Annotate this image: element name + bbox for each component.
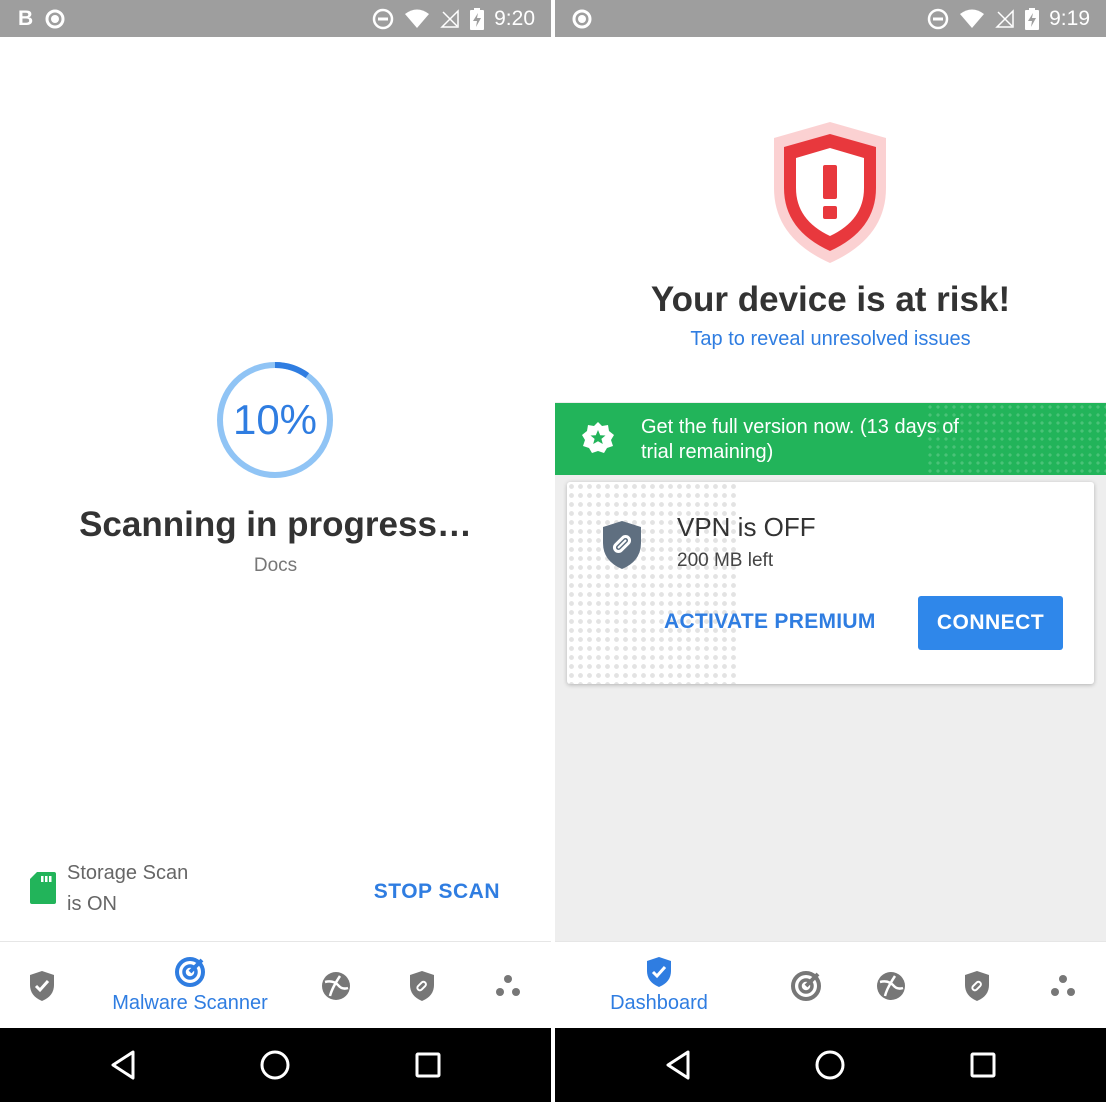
tab-dashboard[interactable]	[20, 942, 64, 1029]
tab-label-dashboard: Dashboard	[610, 992, 708, 1014]
back-icon	[666, 1050, 690, 1080]
storage-scan-line2: is ON	[67, 893, 117, 915]
more-dots-icon	[496, 974, 520, 996]
notification-icon	[572, 9, 592, 29]
status-time: 9:20	[494, 6, 535, 30]
more-dots-icon	[1051, 974, 1075, 996]
storage-scan-line1: Storage Scan	[67, 862, 189, 884]
vpn-data-left: 200 MB left	[677, 550, 774, 571]
recents-icon	[415, 1052, 441, 1078]
tab-malware-scanner[interactable]: Malware Scanner	[100, 942, 280, 1029]
nav-home-button[interactable]	[813, 1048, 847, 1082]
sd-card-icon	[30, 872, 56, 909]
radar-scan-icon	[791, 970, 821, 1001]
nav-recents-button[interactable]	[411, 1048, 445, 1082]
tab-more[interactable]	[490, 942, 526, 1029]
promo-line2: trial remaining)	[641, 441, 774, 463]
activate-premium-button[interactable]: ACTIVATE PREMIUM	[664, 610, 876, 634]
dnd-icon	[927, 8, 949, 30]
battery-charging-icon	[470, 7, 485, 30]
wifi-icon	[959, 9, 985, 29]
status-bar: B 9:20	[0, 0, 551, 37]
tab-malware-scanner[interactable]	[788, 942, 824, 1029]
tab-vpn[interactable]	[959, 942, 995, 1029]
vpn-status-title: VPN is OFF	[677, 512, 816, 542]
tab-dashboard[interactable]: Dashboard	[599, 942, 719, 1029]
nav-back-button[interactable]	[106, 1048, 140, 1082]
full-version-banner[interactable]: Get the full version now. (13 days of tr…	[555, 403, 1106, 475]
tab-label-malware-scanner: Malware Scanner	[112, 992, 268, 1014]
vpn-shield-icon	[965, 970, 989, 1001]
vpn-card: VPN is OFF 200 MB left ACTIVATE PREMIUM …	[567, 482, 1094, 684]
status-time: 9:19	[1049, 6, 1090, 30]
premium-badge-icon	[581, 421, 615, 460]
shield-check-icon	[647, 957, 671, 987]
scan-title: Scanning in progress…	[79, 505, 472, 544]
no-signal-icon	[995, 8, 1015, 29]
wifi-icon	[404, 9, 430, 29]
battery-charging-icon	[1025, 7, 1040, 30]
tab-more[interactable]	[1045, 942, 1081, 1029]
globe-icon	[322, 971, 350, 1000]
risk-title: Your device is at risk!	[650, 280, 1011, 319]
system-nav-bar	[555, 1028, 1106, 1102]
risk-shield-icon	[774, 122, 886, 263]
stop-scan-button[interactable]: STOP SCAN	[374, 880, 500, 904]
scan-progress-label: 10%	[232, 396, 318, 443]
home-icon	[815, 1050, 845, 1080]
bottom-tab-bar: Malware Scanner	[0, 941, 551, 1028]
status-bar: 9:19	[555, 0, 1106, 37]
dashboard-screen: 9:19 Your device is at risk! Tap to reve…	[555, 0, 1106, 1102]
promo-text: Get the full version now. (13 days of tr…	[641, 415, 1041, 465]
tab-vpn[interactable]	[404, 942, 440, 1029]
storage-scan-row: Storage Scan is ON STOP SCAN	[30, 858, 530, 922]
nav-back-button[interactable]	[661, 1048, 695, 1082]
tab-web-protection[interactable]	[318, 942, 354, 1029]
no-signal-icon	[440, 8, 460, 29]
shield-check-icon	[30, 970, 54, 1001]
scan-screen: B 9:20 10% Scanning in progress… Docs St…	[0, 0, 551, 1102]
dnd-icon	[372, 8, 394, 30]
vpn-shield-icon	[601, 520, 643, 575]
notification-icon	[45, 9, 65, 29]
tab-web-protection[interactable]	[873, 942, 909, 1029]
nav-recents-button[interactable]	[966, 1048, 1000, 1082]
back-icon	[111, 1050, 135, 1080]
system-nav-bar	[0, 1028, 551, 1102]
scan-current-item: Docs	[253, 555, 298, 576]
home-icon	[260, 1050, 290, 1080]
nav-home-button[interactable]	[258, 1048, 292, 1082]
storage-scan-status: Storage Scan is ON	[67, 858, 188, 920]
vpn-shield-icon	[410, 970, 434, 1001]
reveal-issues-link[interactable]: Tap to reveal unresolved issues	[555, 328, 1106, 351]
connect-button[interactable]: CONNECT	[918, 596, 1063, 650]
app-badge: B	[18, 6, 34, 30]
recents-icon	[970, 1052, 996, 1078]
bottom-tab-bar: Dashboard	[555, 941, 1106, 1028]
promo-line1: Get the full version now. (13 days of	[641, 416, 959, 438]
globe-icon	[877, 971, 905, 1000]
radar-scan-icon	[175, 957, 205, 987]
